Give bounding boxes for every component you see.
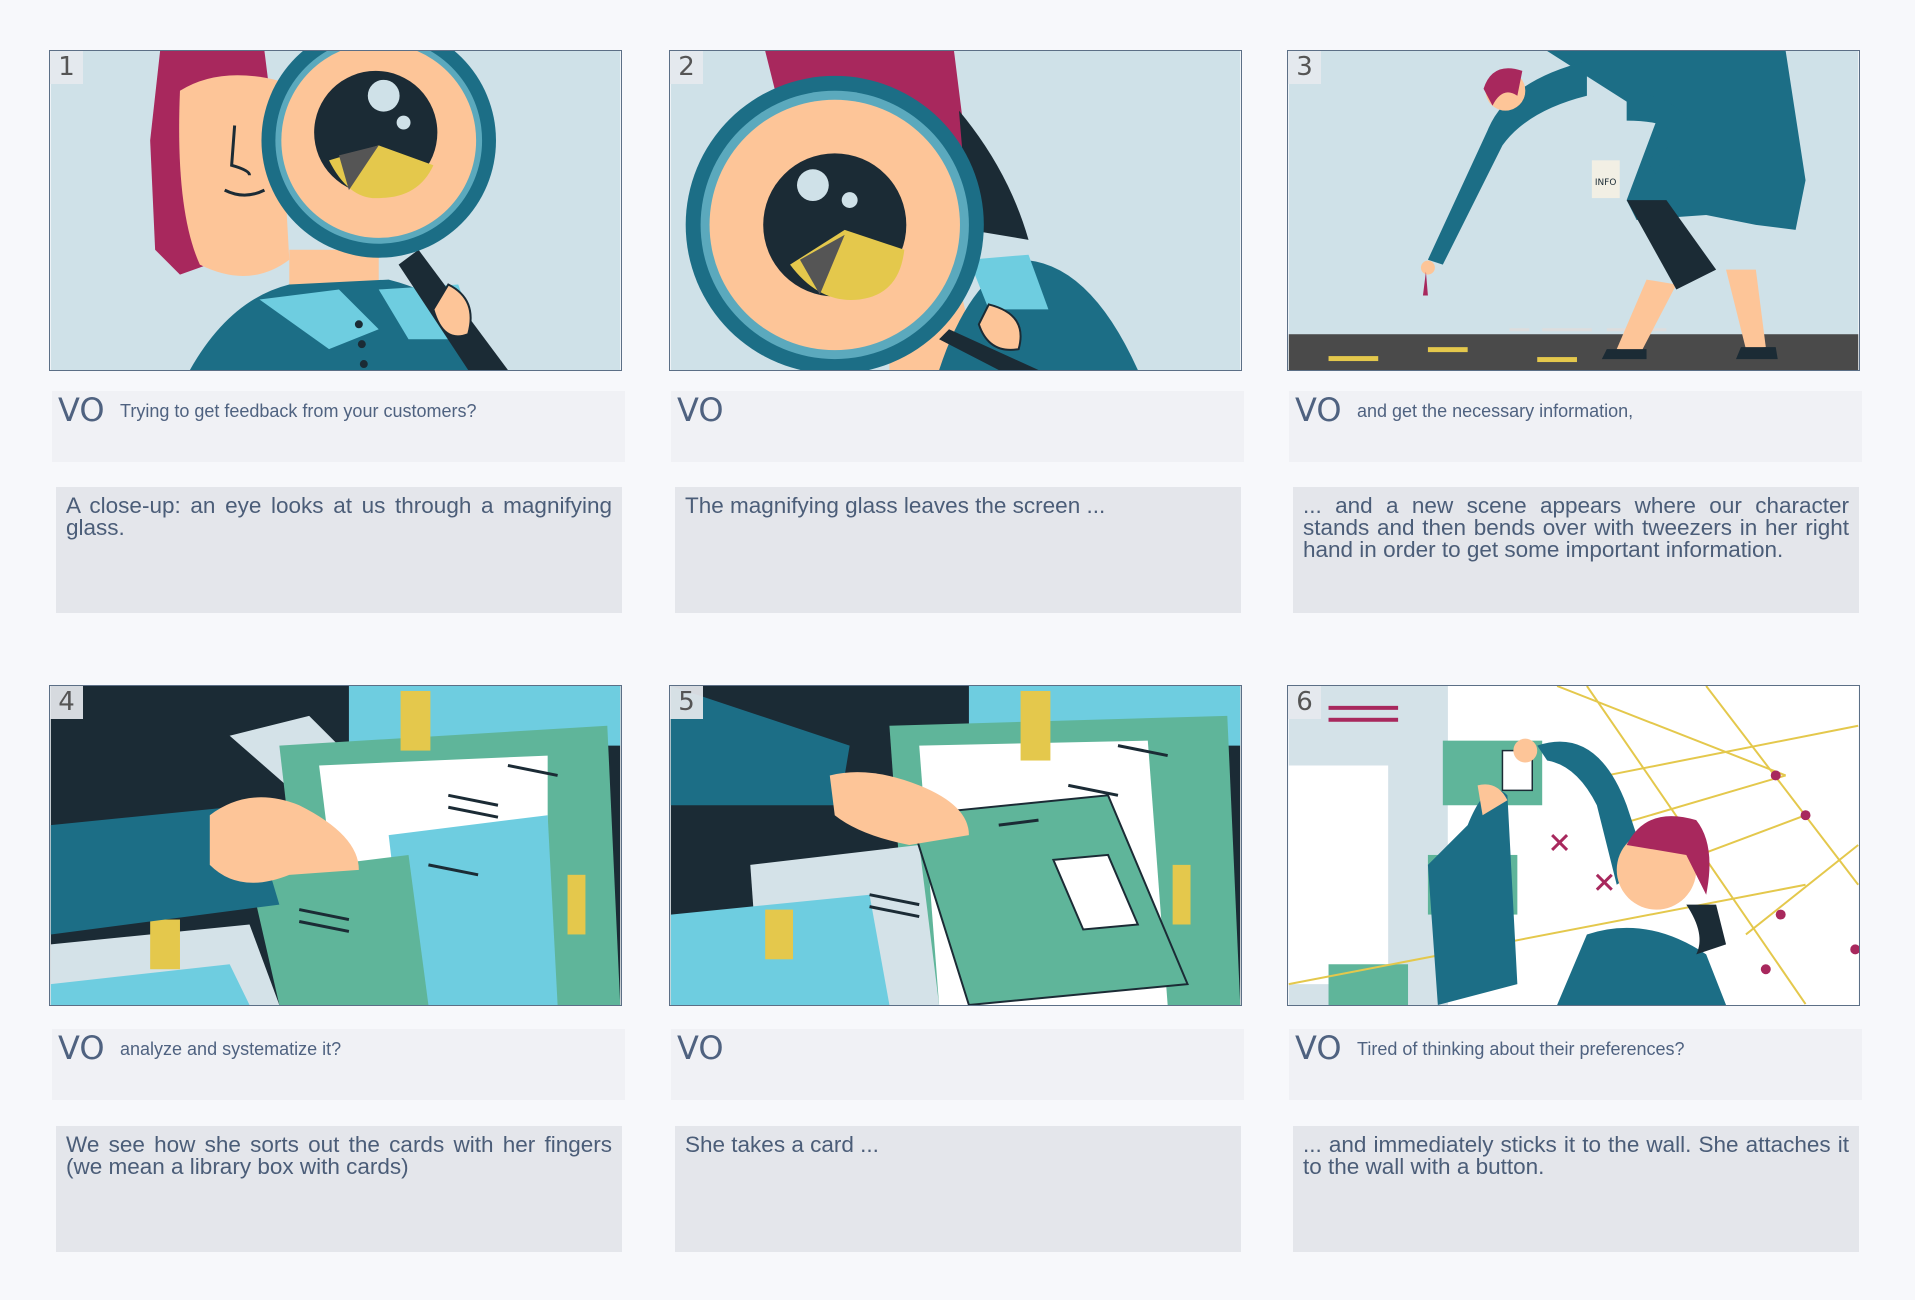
frame-number: 1 (50, 51, 83, 84)
illustration-magnifier-leaving (670, 51, 1241, 370)
voice-over-box-3: VO and get the necessary information, (1289, 391, 1862, 462)
scene-description-6: ... and immediately sticks it to the wal… (1293, 1126, 1859, 1252)
storyboard-frame-4: 4 (49, 685, 622, 1006)
frame-number: 5 (670, 686, 703, 719)
vo-text: Trying to get feedback from your custome… (120, 401, 477, 421)
storyboard-frame-2: 2 (669, 50, 1242, 371)
voice-over-box-2: VO (671, 391, 1244, 462)
frame-number: 6 (1288, 686, 1321, 719)
scene-description-4: We see how she sorts out the cards with … (56, 1126, 622, 1252)
vo-label: VO (1295, 391, 1342, 429)
storyboard-frame-1: 1 (49, 50, 622, 371)
illustration-eye-magnifier (50, 51, 621, 370)
vo-label: VO (58, 1029, 105, 1067)
illustration-card-taken (670, 686, 1241, 1005)
vo-label: VO (1295, 1029, 1342, 1067)
vo-text: analyze and systematize it? (120, 1039, 342, 1059)
vo-label: VO (677, 391, 724, 429)
vo-label: VO (677, 1029, 724, 1067)
voice-over-box-1: VO Trying to get feedback from your cust… (52, 391, 625, 462)
illustration-tweezers-bend: INFO (1288, 51, 1859, 370)
voice-over-box-5: VO (671, 1029, 1244, 1100)
illustration-card-on-wall (1288, 686, 1859, 1005)
storyboard-frame-5: 5 (669, 685, 1242, 1006)
storyboard-frame-3: INFO 3 (1287, 50, 1860, 371)
frame-number: 2 (670, 51, 703, 84)
vo-text: and get the necessary information, (1357, 401, 1634, 421)
scene-description-2: The magnifying glass leaves the screen .… (675, 487, 1241, 613)
voice-over-box-4: VO analyze and systematize it? (52, 1029, 625, 1100)
vo-label: VO (58, 391, 105, 429)
storyboard-frame-6: 6 (1287, 685, 1860, 1006)
illustration-card-box-fingers (50, 686, 621, 1005)
frame-number: 4 (50, 686, 83, 719)
cup-label: INFO (1595, 178, 1617, 188)
frame-number: 3 (1288, 51, 1321, 84)
scene-description-5: She takes a card ... (675, 1126, 1241, 1252)
voice-over-box-6: VO Tired of thinking about their prefere… (1289, 1029, 1862, 1100)
scene-description-1: A close-up: an eye looks at us through a… (56, 487, 622, 613)
vo-text: Tired of thinking about their preference… (1357, 1039, 1685, 1059)
scene-description-3: ... and a new scene appears where our ch… (1293, 487, 1859, 613)
